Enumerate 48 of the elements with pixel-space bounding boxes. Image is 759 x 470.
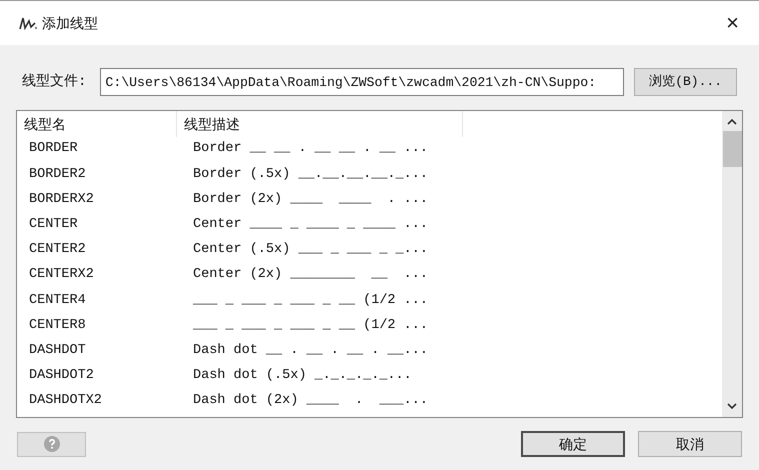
linetype-description: Border (.5x) __.__.__.__._... (192, 166, 428, 184)
linetype-name: DASHDOT2 (28, 367, 95, 386)
linetype-description: Center ____ _ ____ _ ____ ... (192, 216, 428, 234)
column-header[interactable]: 线型描述 (177, 111, 463, 137)
scrollbar[interactable] (722, 111, 742, 417)
linetype-name: CENTER4 (28, 292, 87, 310)
linetype-name: DASHDOT (28, 342, 87, 360)
column-header[interactable]: 线型名 (17, 111, 177, 137)
linetype-description: Center (.5x) ___ _ ___ _ _... (192, 241, 428, 260)
linetype-row[interactable]: CENTER8 ___ _ ___ _ ___ _ __ (1/2 ... (17, 313, 722, 338)
linetype-row[interactable]: CENTER Center ____ _ ____ _ ____ ... (17, 212, 722, 238)
dialog-button[interactable]: 取消 (638, 431, 742, 457)
file-path-field[interactable]: C:\Users\86134\AppData\Roaming\ZWSoft\zwcadm\2021\zh-CN\Suppo: (100, 68, 624, 96)
help-icon (44, 436, 60, 452)
linetype-name: BORDER (28, 140, 79, 158)
linetype-description: Border __ __ . __ __ . __ ... (192, 140, 428, 158)
linetype-description: Dash dot (.5x) _._._._._... (192, 367, 412, 386)
linetype-icon (18, 15, 38, 31)
linetype-row[interactable]: CENTER4 ___ _ ___ _ ___ _ __ (1/2 ... (17, 288, 722, 314)
linetype-name: CENTER2 (28, 241, 87, 260)
linetype-row[interactable]: CENTERX2 Center (2x) ________ __ ... (17, 262, 722, 288)
dialog-button[interactable]: 确定 (521, 431, 625, 457)
browse-button[interactable]: 浏览(B)... (634, 68, 737, 96)
linetype-description: Dash dot (2x) ____ . ___... (192, 392, 428, 410)
linetype-description: ___ _ ___ _ ___ _ __ (1/2 ... (192, 316, 428, 335)
window-title: 添加线型 (42, 14, 98, 32)
linetype-name: CENTER8 (28, 316, 87, 335)
linetype-row[interactable]: BORDER Border __ __ . __ __ . __ ... (17, 137, 722, 162)
close-button[interactable]: × (724, 12, 741, 34)
file-label: 线型文件: (22, 72, 86, 92)
linetype-row[interactable]: BORDERX2 Border (2x) ____ ____ . ... (17, 187, 722, 213)
linetype-description: Border (2x) ____ ____ . ... (192, 190, 428, 209)
linetype-name: CENTER (28, 216, 79, 234)
linetype-row[interactable]: CENTER2 Center (.5x) ___ _ ___ _ _... (17, 238, 722, 263)
linetype-name: BORDERX2 (28, 190, 95, 209)
linetype-description: Dash dot __ . __ . __ . __... (192, 342, 428, 360)
linetype-row[interactable]: DASHDOT2 Dash dot (.5x) _._._._._... (17, 364, 722, 389)
linetype-description: Center (2x) ________ __ ... (192, 266, 428, 284)
linetype-row[interactable]: DASHDOT Dash dot __ . __ . __ . __... (17, 338, 722, 364)
scroll-up-icon[interactable] (726, 117, 738, 127)
linetype-name: BORDER2 (28, 166, 87, 184)
linetype-row[interactable]: BORDER2 Border (.5x) __.__.__.__._... (17, 162, 722, 188)
scrollbar-thumb[interactable] (722, 131, 742, 167)
linetype-name: CENTERX2 (28, 266, 95, 284)
scroll-down-icon[interactable] (726, 401, 738, 411)
linetype-name: DASHDOTX2 (28, 392, 103, 410)
linetype-row[interactable]: DASHDOTX2 Dash dot (2x) ____ . ___... (17, 388, 722, 414)
linetype-description: ___ _ ___ _ ___ _ __ (1/2 ... (192, 292, 428, 310)
